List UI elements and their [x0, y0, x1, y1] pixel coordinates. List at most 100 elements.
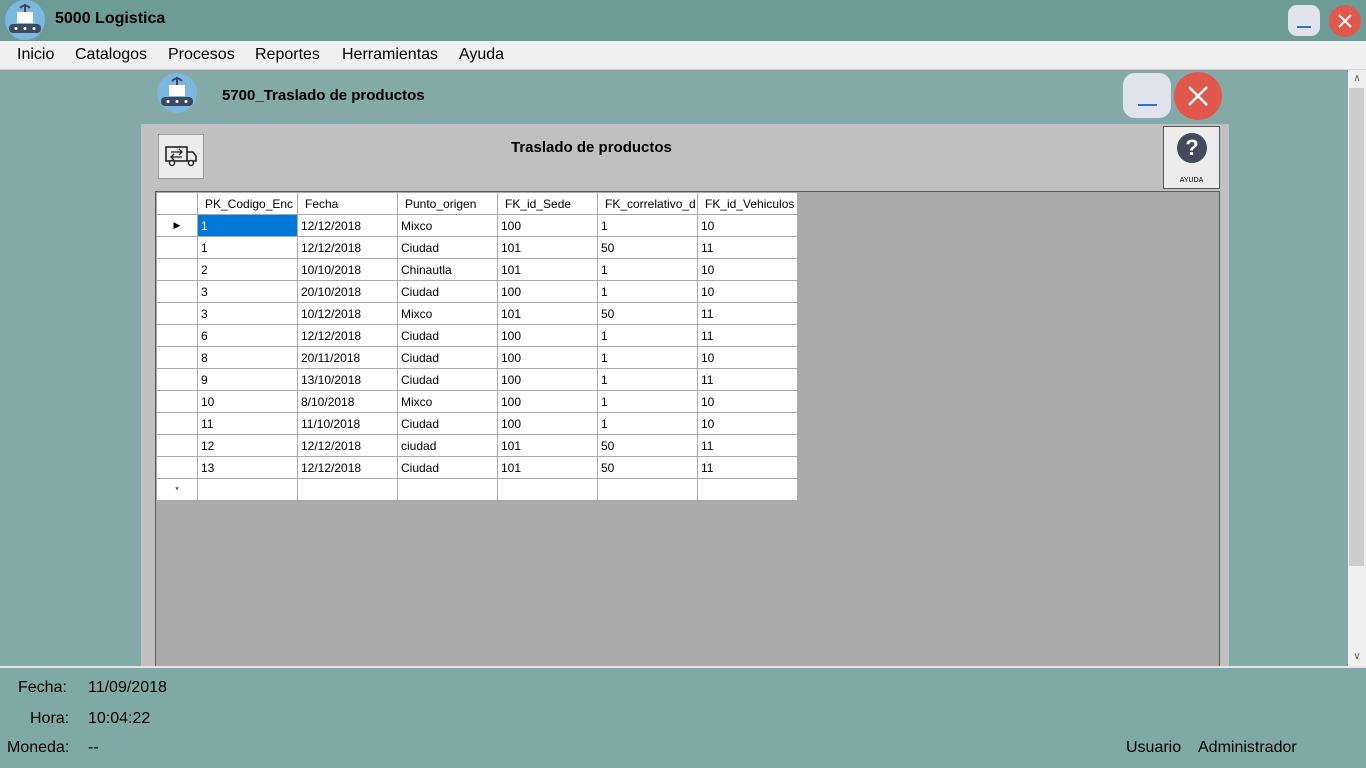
- row-header[interactable]: [156, 258, 198, 281]
- new-row-header[interactable]: *: [156, 478, 198, 501]
- vertical-scrollbar[interactable]: ∧ ∨: [1348, 70, 1366, 666]
- scroll-down-icon[interactable]: ∨: [1352, 652, 1362, 662]
- table-row[interactable]: 6 12/12/2018 Ciudad 100 1 11: [156, 324, 798, 347]
- table-cell[interactable]: 2: [197, 258, 298, 281]
- table-row[interactable]: 13 12/12/2018 Ciudad 101 50 11: [156, 456, 798, 479]
- table-cell[interactable]: Ciudad: [397, 236, 498, 259]
- table-cell[interactable]: 10: [697, 346, 798, 369]
- new-row-cell[interactable]: [197, 478, 298, 501]
- table-cell[interactable]: 12/12/2018: [297, 456, 398, 479]
- new-row-cell[interactable]: [497, 478, 598, 501]
- table-cell[interactable]: 101: [497, 236, 598, 259]
- row-header[interactable]: [156, 346, 198, 369]
- table-cell[interactable]: 100: [497, 412, 598, 435]
- table-row[interactable]: 11 11/10/2018 Ciudad 100 1 10: [156, 412, 798, 435]
- menu-herramientas[interactable]: Herramientas: [342, 46, 438, 64]
- table-cell[interactable]: 1: [597, 368, 698, 391]
- table-row[interactable]: 1 12/12/2018 Ciudad 101 50 11: [156, 236, 798, 259]
- row-header[interactable]: [156, 236, 198, 259]
- table-row[interactable]: 2 10/10/2018 Chinautla 101 1 10: [156, 258, 798, 281]
- table-cell[interactable]: 11: [697, 368, 798, 391]
- table-cell[interactable]: 8/10/2018: [297, 390, 398, 413]
- table-cell[interactable]: 10: [197, 390, 298, 413]
- table-cell[interactable]: 12: [197, 434, 298, 457]
- menu-ayuda[interactable]: Ayuda: [459, 46, 504, 64]
- table-cell[interactable]: 101: [497, 456, 598, 479]
- table-cell[interactable]: 101: [497, 434, 598, 457]
- transfer-button[interactable]: [158, 134, 204, 179]
- table-cell[interactable]: 1: [597, 324, 698, 347]
- new-row-cell[interactable]: [597, 478, 698, 501]
- table-cell[interactable]: 11: [697, 434, 798, 457]
- child-minimize-button[interactable]: [1123, 73, 1171, 118]
- table-cell[interactable]: 11: [197, 412, 298, 435]
- table-cell[interactable]: 8: [197, 346, 298, 369]
- table-cell[interactable]: 20/11/2018: [297, 346, 398, 369]
- table-cell[interactable]: 1: [597, 280, 698, 303]
- new-row-cell[interactable]: [697, 478, 798, 501]
- minimize-button[interactable]: [1288, 5, 1320, 36]
- table-cell[interactable]: 100: [497, 368, 598, 391]
- new-row[interactable]: *: [156, 478, 798, 501]
- table-cell[interactable]: 11/10/2018: [297, 412, 398, 435]
- table-cell[interactable]: 11: [697, 324, 798, 347]
- table-cell[interactable]: 10/12/2018: [297, 302, 398, 325]
- table-row[interactable]: 9 13/10/2018 Ciudad 100 1 11: [156, 368, 798, 391]
- table-cell[interactable]: 10: [697, 214, 798, 237]
- table-cell[interactable]: 6: [197, 324, 298, 347]
- row-header[interactable]: [156, 280, 198, 303]
- row-header[interactable]: [156, 434, 198, 457]
- column-header[interactable]: Punto_origen: [397, 192, 498, 215]
- table-cell[interactable]: Mixco: [397, 302, 498, 325]
- table-row[interactable]: 8 20/11/2018 Ciudad 100 1 10: [156, 346, 798, 369]
- column-header[interactable]: Fecha: [297, 192, 398, 215]
- table-cell[interactable]: 10: [697, 390, 798, 413]
- table-cell[interactable]: 10/10/2018: [297, 258, 398, 281]
- scroll-up-icon[interactable]: ∧: [1352, 74, 1362, 84]
- menu-procesos[interactable]: Procesos: [168, 46, 235, 64]
- table-cell[interactable]: 100: [497, 324, 598, 347]
- row-header[interactable]: [156, 456, 198, 479]
- table-cell[interactable]: Mixco: [397, 390, 498, 413]
- table-cell[interactable]: 13: [197, 456, 298, 479]
- table-cell[interactable]: 50: [597, 302, 698, 325]
- table-cell[interactable]: 10: [697, 258, 798, 281]
- table-cell[interactable]: 100: [497, 280, 598, 303]
- table-row[interactable]: 3 20/10/2018 Ciudad 100 1 10: [156, 280, 798, 303]
- table-cell[interactable]: 20/10/2018: [297, 280, 398, 303]
- column-header[interactable]: FK_correlativo_d: [597, 192, 698, 215]
- new-row-cell[interactable]: [297, 478, 398, 501]
- table-cell[interactable]: 3: [197, 280, 298, 303]
- table-cell[interactable]: 101: [497, 258, 598, 281]
- row-header[interactable]: [156, 302, 198, 325]
- table-cell[interactable]: 101: [497, 302, 598, 325]
- table-cell[interactable]: 50: [597, 236, 698, 259]
- table-row[interactable]: 3 10/12/2018 Mixco 101 50 11: [156, 302, 798, 325]
- help-button[interactable]: ? AYUDA: [1163, 126, 1220, 189]
- row-header[interactable]: [156, 368, 198, 391]
- table-cell[interactable]: Ciudad: [397, 456, 498, 479]
- table-cell[interactable]: 10: [697, 280, 798, 303]
- table-cell[interactable]: Ciudad: [397, 412, 498, 435]
- row-header[interactable]: [156, 390, 198, 413]
- table-cell[interactable]: 1: [197, 214, 298, 237]
- child-close-button[interactable]: [1174, 72, 1222, 120]
- table-cell[interactable]: Chinautla: [397, 258, 498, 281]
- menu-inicio[interactable]: Inicio: [17, 46, 54, 64]
- table-cell[interactable]: 100: [497, 346, 598, 369]
- table-cell[interactable]: 1: [597, 412, 698, 435]
- table-cell[interactable]: Ciudad: [397, 368, 498, 391]
- table-cell[interactable]: Ciudad: [397, 324, 498, 347]
- column-header[interactable]: FK_id_Vehiculos: [697, 192, 798, 215]
- menu-catalogos[interactable]: Catalogos: [75, 46, 147, 64]
- close-button[interactable]: [1329, 5, 1361, 37]
- table-cell[interactable]: 12/12/2018: [297, 214, 398, 237]
- menu-reportes[interactable]: Reportes: [255, 46, 320, 64]
- table-cell[interactable]: 12/12/2018: [297, 324, 398, 347]
- table-cell[interactable]: 1: [597, 390, 698, 413]
- table-cell[interactable]: 11: [697, 236, 798, 259]
- table-cell[interactable]: 1: [597, 214, 698, 237]
- table-cell[interactable]: 100: [497, 214, 598, 237]
- table-row[interactable]: 12 12/12/2018 ciudad 101 50 11: [156, 434, 798, 457]
- table-cell[interactable]: 1: [197, 236, 298, 259]
